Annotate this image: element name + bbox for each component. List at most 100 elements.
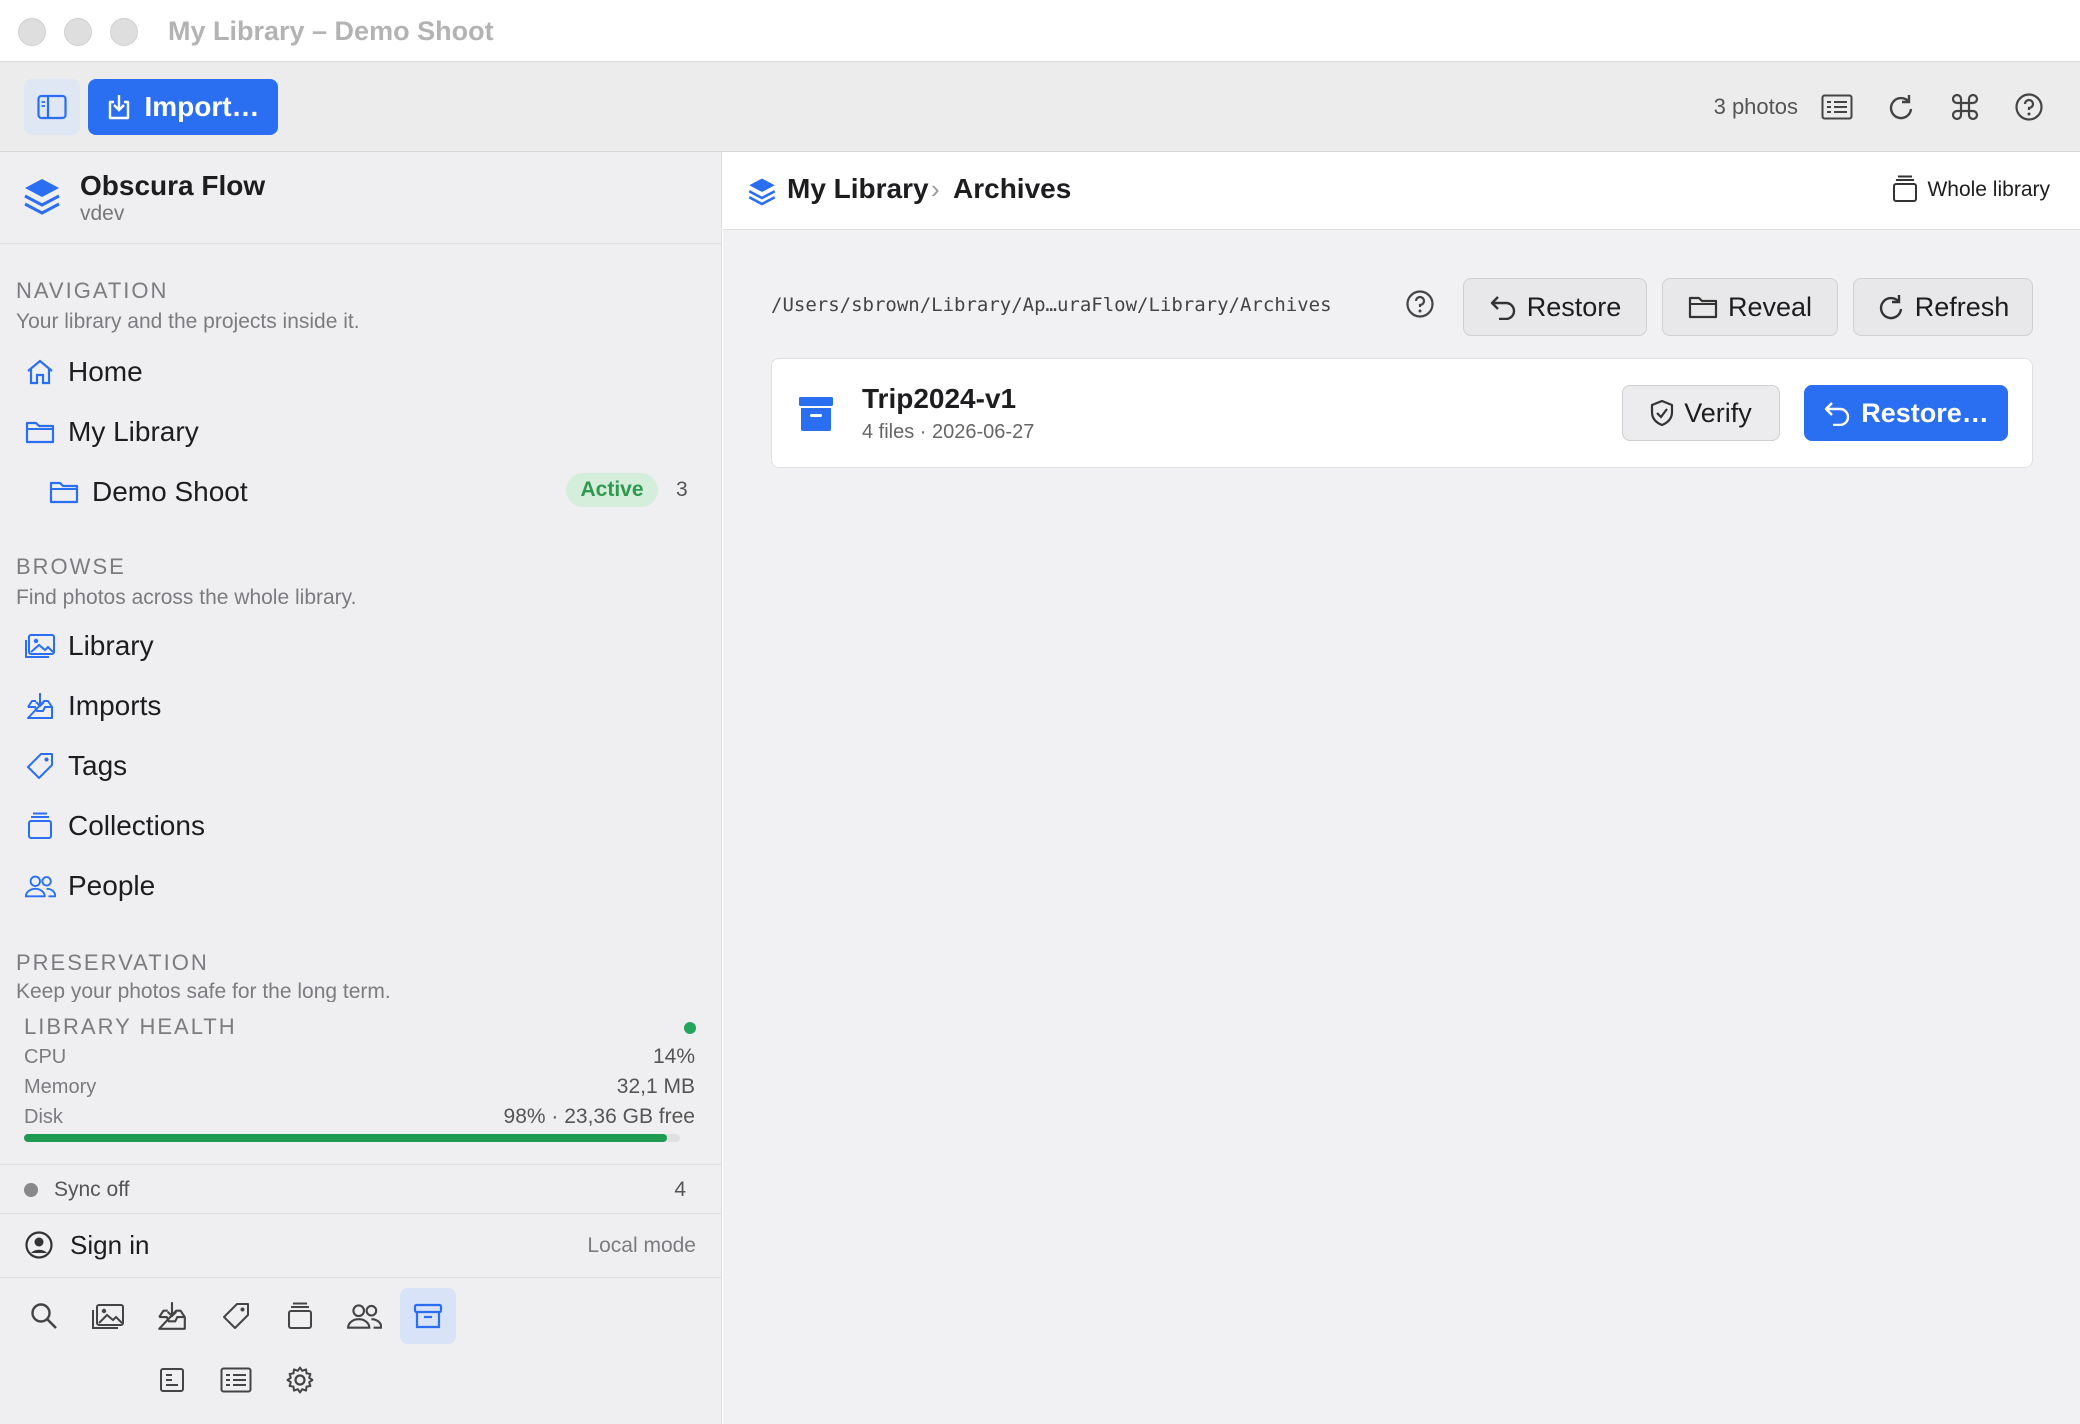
dock-archives-button[interactable] bbox=[400, 1288, 456, 1344]
user-circle-icon bbox=[24, 1230, 54, 1265]
sidebar: Obscura Flow vdev NAVIGATION Your librar… bbox=[0, 152, 722, 1424]
sidebar-item-label: Demo Shoot bbox=[92, 476, 248, 507]
import-button-label: Import… bbox=[144, 91, 260, 122]
sidebar-item-my-library[interactable]: My Library bbox=[24, 410, 199, 454]
zoom-window-button[interactable] bbox=[110, 18, 138, 46]
sidebar-item-label: Tags bbox=[68, 750, 128, 781]
app-header: Obscura Flow vdev bbox=[0, 152, 722, 244]
sidebar-toggle-button[interactable] bbox=[24, 79, 80, 135]
archive-path: /Users/sbrown/Library/Ap…uraFlow/Library… bbox=[771, 294, 1332, 316]
help-icon bbox=[2015, 93, 2043, 121]
people-icon bbox=[347, 1304, 382, 1329]
shield-check-icon bbox=[1651, 399, 1674, 427]
list-icon bbox=[1821, 94, 1853, 120]
import-icon bbox=[109, 95, 130, 120]
breadcrumb: My Library › Archives Whole library bbox=[723, 152, 2080, 230]
refresh-icon bbox=[1889, 95, 1913, 120]
sidebar-icon bbox=[37, 94, 67, 120]
archive-meta: 4 files · 2026-06-27 bbox=[862, 421, 1035, 443]
sync-status-dot bbox=[24, 1183, 38, 1197]
title-bar: My Library – Demo Shoot bbox=[0, 0, 2080, 62]
dock-tags-button[interactable] bbox=[208, 1288, 264, 1344]
log-view-button[interactable] bbox=[1820, 90, 1854, 124]
archive-list-item[interactable]: Trip2024-v1 4 files · 2026-06-27 Verify … bbox=[771, 358, 2033, 468]
breadcrumb-library-link[interactable]: My Library bbox=[787, 173, 929, 205]
refresh-toolbar-button[interactable] bbox=[1884, 90, 1918, 124]
folder-icon bbox=[24, 416, 56, 448]
dock-people-button[interactable] bbox=[336, 1288, 392, 1344]
reveal-button[interactable]: Reveal bbox=[1662, 278, 1838, 336]
sync-status-row[interactable]: Sync off 4 bbox=[0, 1164, 722, 1214]
collections-icon[interactable] bbox=[1890, 174, 1920, 209]
sidebar-item-label: My Library bbox=[68, 416, 199, 447]
sidebar-item-demo-shoot[interactable]: Demo Shoot bbox=[48, 470, 248, 514]
breadcrumb-current: Archives bbox=[953, 173, 1072, 204]
dock-imports-button[interactable] bbox=[144, 1288, 200, 1344]
toolbar: Import… 3 photos bbox=[0, 62, 2080, 152]
close-window-button[interactable] bbox=[18, 18, 46, 46]
sidebar-item-collections[interactable]: Collections bbox=[24, 804, 205, 848]
sidebar-item-label: People bbox=[68, 870, 156, 901]
sign-in-row[interactable]: Sign in Local mode bbox=[0, 1214, 722, 1278]
search-icon bbox=[31, 1303, 57, 1329]
layers-icon bbox=[24, 179, 60, 215]
scope-selector[interactable]: Whole library bbox=[1927, 178, 2050, 202]
import-tray-icon bbox=[24, 690, 56, 722]
sync-status-label: Sync off bbox=[54, 1178, 130, 1201]
command-palette-button[interactable] bbox=[1948, 90, 1982, 124]
dock-library-button[interactable] bbox=[80, 1288, 136, 1344]
archive-box-icon bbox=[798, 395, 834, 438]
list-icon bbox=[220, 1367, 252, 1393]
path-help-button[interactable] bbox=[1405, 289, 1435, 324]
photo-count: 3 photos bbox=[1713, 94, 1798, 119]
disk-usage-fill bbox=[24, 1134, 667, 1142]
navigation-section-title: NAVIGATION bbox=[16, 278, 169, 303]
dock-search-button[interactable] bbox=[16, 1288, 72, 1344]
breadcrumb-separator: › bbox=[931, 174, 940, 204]
minimize-window-button[interactable] bbox=[64, 18, 92, 46]
app-logo bbox=[22, 176, 62, 223]
sidebar-item-home[interactable]: Home bbox=[24, 350, 143, 394]
refresh-icon bbox=[1879, 295, 1902, 320]
help-button[interactable] bbox=[2012, 90, 2046, 124]
import-tray-icon bbox=[158, 1302, 186, 1330]
preservation-section-title: PRESERVATION bbox=[16, 950, 209, 975]
sidebar-item-library[interactable]: Library bbox=[24, 624, 154, 668]
cpu-value: 14% bbox=[652, 1045, 695, 1068]
collections-icon bbox=[288, 1302, 312, 1329]
sidebar-item-label: Imports bbox=[68, 690, 162, 721]
browse-section-subtitle: Find photos across the whole library. bbox=[16, 586, 357, 609]
import-button[interactable]: Import… bbox=[88, 79, 278, 135]
restore-button[interactable]: Restore bbox=[1463, 278, 1647, 336]
app-name: Obscura Flow bbox=[80, 170, 266, 201]
folder-icon bbox=[48, 476, 80, 508]
home-icon bbox=[24, 356, 56, 388]
preservation-section-subtitle: Keep your photos safe for the long term. bbox=[16, 980, 391, 1002]
window-title: My Library – Demo Shoot bbox=[168, 16, 494, 46]
sidebar-item-imports[interactable]: Imports bbox=[24, 684, 161, 728]
dock-notes-button[interactable] bbox=[144, 1352, 200, 1408]
folder-icon bbox=[1688, 296, 1718, 319]
dock-log-button[interactable] bbox=[208, 1352, 264, 1408]
undo-arrow-icon bbox=[1490, 296, 1515, 320]
dock-collections-button[interactable] bbox=[272, 1288, 328, 1344]
undo-arrow-icon bbox=[1825, 402, 1850, 426]
health-status-dot bbox=[684, 1022, 696, 1034]
main-content: My Library › Archives Whole library /Use… bbox=[723, 152, 2080, 1424]
sidebar-item-tags[interactable]: Tags bbox=[24, 744, 127, 788]
sidebar-item-label: Library bbox=[68, 630, 154, 661]
sidebar-item-people[interactable]: People bbox=[24, 864, 155, 908]
photos-icon bbox=[92, 1304, 124, 1329]
restore-archive-button-label: Restore… bbox=[1861, 397, 1989, 428]
help-icon bbox=[1406, 290, 1434, 318]
disk-value: 98% · 23,36 GB free bbox=[503, 1105, 695, 1128]
disk-usage-bar bbox=[24, 1134, 680, 1142]
refresh-button[interactable]: Refresh bbox=[1853, 278, 2033, 336]
restore-archive-button[interactable]: Restore… bbox=[1804, 385, 2008, 441]
layers-icon bbox=[747, 176, 777, 213]
dock-settings-button[interactable] bbox=[272, 1352, 328, 1408]
library-health-title: LIBRARY HEALTH bbox=[24, 1014, 237, 1039]
verify-button-label: Verify bbox=[1684, 397, 1752, 428]
verify-button[interactable]: Verify bbox=[1622, 385, 1780, 441]
disk-label: Disk bbox=[24, 1106, 63, 1128]
